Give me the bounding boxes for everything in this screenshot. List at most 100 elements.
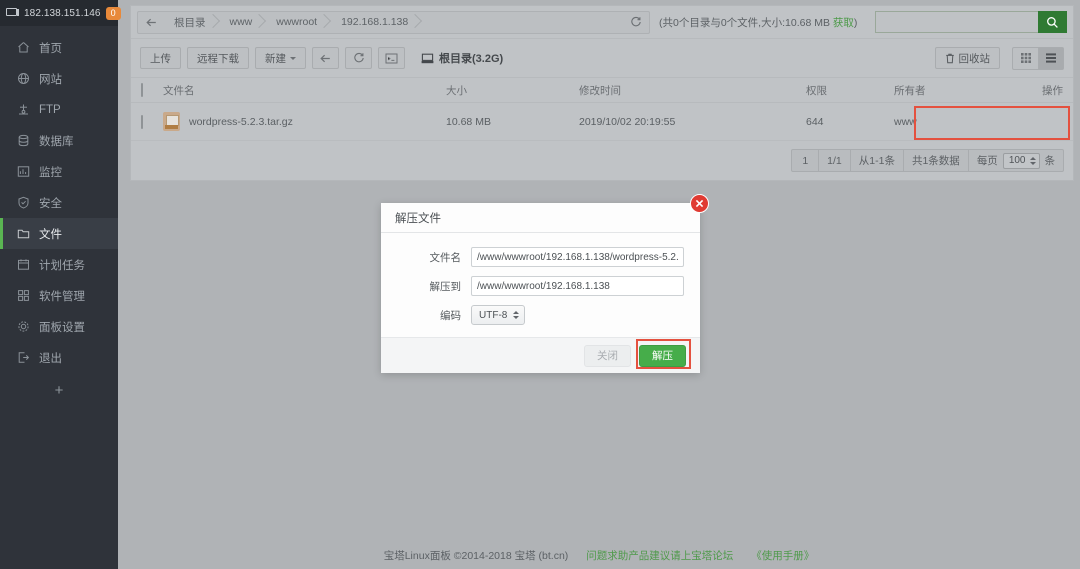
unzip-dialog: 解压文件 文件名 解压到 编码 UTF-8 关闭 解压	[381, 194, 709, 373]
page-range: 从1-1条	[851, 150, 904, 171]
page-size-unit: 条	[1044, 155, 1056, 167]
refresh-icon	[631, 16, 641, 27]
pagination-box: 1 1/1 从1-1条 共1条数据 每页 100 条	[791, 149, 1064, 172]
notification-badge[interactable]: 0	[105, 6, 121, 20]
table-row[interactable]: wordpress-5.2.3.tar.gz 10.68 MB 2019/10/…	[131, 103, 1073, 141]
sidebar-item-software[interactable]: 软件管理	[0, 280, 118, 311]
toolbar-back-button[interactable]	[312, 47, 339, 69]
ftp-icon	[17, 103, 30, 116]
sidebar-item-settings[interactable]: 面板设置	[0, 311, 118, 342]
grid-view-button[interactable]	[1012, 46, 1038, 70]
breadcrumb-item-root[interactable]: 根目录	[164, 12, 220, 33]
list-view-icon	[1046, 53, 1056, 63]
page-number-1[interactable]: 1	[792, 150, 820, 171]
sidebar-item-crontab[interactable]: 计划任务	[0, 249, 118, 280]
create-new-label: 新建	[265, 52, 286, 65]
page-indicator: 1/1	[819, 150, 851, 171]
server-ip: 182.138.151.146	[24, 7, 101, 19]
sidebar-item-label: 计划任务	[39, 259, 85, 272]
monitor-chart-icon	[17, 165, 30, 178]
sidebar-item-home[interactable]: 首页	[0, 32, 118, 63]
breadcrumb-refresh-button[interactable]	[623, 12, 649, 33]
column-header-name[interactable]: 文件名	[163, 83, 446, 98]
refresh-icon	[353, 52, 364, 63]
cell-permission[interactable]: 644	[806, 116, 894, 128]
cell-file-name[interactable]: wordpress-5.2.3.tar.gz	[163, 112, 446, 131]
sidebar-add-button[interactable]: +	[0, 373, 118, 407]
sidebar-item-label: 面板设置	[39, 321, 85, 334]
sidebar-item-logout[interactable]: 退出	[0, 342, 118, 373]
row-checkbox[interactable]	[141, 114, 143, 129]
remote-download-button[interactable]: 远程下载	[187, 47, 249, 69]
file-name-text: wordpress-5.2.3.tar.gz	[189, 115, 293, 128]
select-all-checkbox[interactable]	[141, 83, 143, 97]
create-new-button[interactable]: 新建	[255, 47, 306, 69]
sidebar-item-files[interactable]: 文件	[0, 218, 118, 249]
close-icon	[695, 199, 704, 208]
encoding-value: UTF-8	[479, 309, 508, 321]
dialog-cancel-button[interactable]: 关闭	[584, 344, 631, 367]
monitor-icon	[6, 8, 19, 18]
breadcrumb-bar: 根目录 www wwwroot 192.168.1.138 (共0个目录与0个文…	[131, 6, 1073, 39]
breadcrumb-back-button[interactable]	[138, 12, 164, 33]
search-box	[875, 11, 1067, 33]
file-manager-panel: 根目录 www wwwroot 192.168.1.138 (共0个目录与0个文…	[130, 5, 1074, 181]
sidebar-menu: 首页 网站 FTP 数据库 监控 安全 文件 计划任务 软件管理 面板设置 退出…	[0, 26, 118, 407]
column-header-permission[interactable]: 权限	[806, 83, 894, 98]
cell-modified-time: 2019/10/02 20:19:55	[579, 115, 676, 128]
field-filename: 文件名	[381, 247, 700, 267]
footer-manual-link[interactable]: 《使用手册》	[751, 548, 814, 563]
toolbar-terminal-button[interactable]	[378, 47, 405, 69]
gear-icon	[17, 320, 30, 333]
sidebar-item-database[interactable]: 数据库	[0, 125, 118, 156]
bt-panel-app: 182.138.151.146 0 首页 网站 FTP 数据库 监控 安全 文件…	[0, 0, 1080, 569]
sidebar-item-label: 数据库	[39, 135, 74, 148]
disk-icon	[421, 53, 434, 63]
dialog-title: 解压文件	[381, 203, 700, 233]
upload-button[interactable]: 上传	[140, 47, 181, 69]
shield-icon	[17, 196, 30, 209]
breadcrumb-item-wwwroot[interactable]: wwwroot	[266, 12, 331, 33]
encoding-select[interactable]: UTF-8	[471, 305, 526, 325]
sidebar-item-label: 网站	[39, 73, 62, 86]
sidebar-item-ftp[interactable]: FTP	[0, 94, 118, 125]
directory-info-text: (共0个目录与0个文件,大小:10.68 MB	[659, 16, 833, 29]
sidebar-item-label: 首页	[39, 42, 62, 55]
breadcrumb-item-www[interactable]: www	[220, 12, 267, 33]
encoding-label: 编码	[440, 309, 461, 322]
filename-input[interactable]	[471, 247, 684, 267]
sidebar-item-label: 文件	[39, 228, 62, 241]
search-icon	[1047, 16, 1058, 28]
root-directory-label: 根目录(3.2G)	[421, 50, 503, 66]
column-header-size[interactable]: 大小	[446, 83, 579, 98]
actions-highlight-box	[914, 106, 1070, 140]
archive-file-icon	[163, 112, 180, 131]
directory-info-fetch-link[interactable]: 获取	[833, 17, 854, 29]
arrow-left-icon	[145, 18, 156, 26]
dialog-close-button[interactable]	[690, 194, 709, 213]
directory-info-suffix: )	[853, 16, 858, 29]
column-header-owner[interactable]: 所有者	[894, 83, 1019, 98]
terminal-icon	[385, 53, 398, 63]
column-header-modified[interactable]: 修改时间	[579, 83, 806, 98]
sidebar-item-website[interactable]: 网站	[0, 63, 118, 94]
breadcrumb-item-site[interactable]: 192.168.1.138	[331, 12, 422, 33]
spinner-icon	[513, 311, 520, 319]
list-view-button[interactable]	[1038, 46, 1064, 70]
page-size-select[interactable]: 100	[1002, 152, 1040, 169]
toolbar-refresh-button[interactable]	[345, 47, 372, 69]
footer-forum-link[interactable]: 问题求助产品建议请上宝塔论坛	[586, 548, 733, 563]
search-input[interactable]	[875, 11, 1038, 33]
trash-icon	[945, 53, 954, 63]
sidebar-item-monitor[interactable]: 监控	[0, 156, 118, 187]
database-icon	[17, 134, 30, 147]
pagination: 1 1/1 从1-1条 共1条数据 每页 100 条	[131, 141, 1073, 172]
sidebar-item-label: 退出	[39, 352, 62, 365]
recycle-bin-button[interactable]: 回收站	[934, 47, 1000, 69]
file-table-header: 文件名 大小 修改时间 权限 所有者 操作	[131, 78, 1073, 103]
grid-view-icon	[1020, 53, 1031, 63]
target-input[interactable]	[471, 276, 684, 296]
sidebar-header: 182.138.151.146 0	[0, 0, 121, 26]
sidebar-item-security[interactable]: 安全	[0, 187, 118, 218]
search-button[interactable]	[1038, 11, 1067, 33]
